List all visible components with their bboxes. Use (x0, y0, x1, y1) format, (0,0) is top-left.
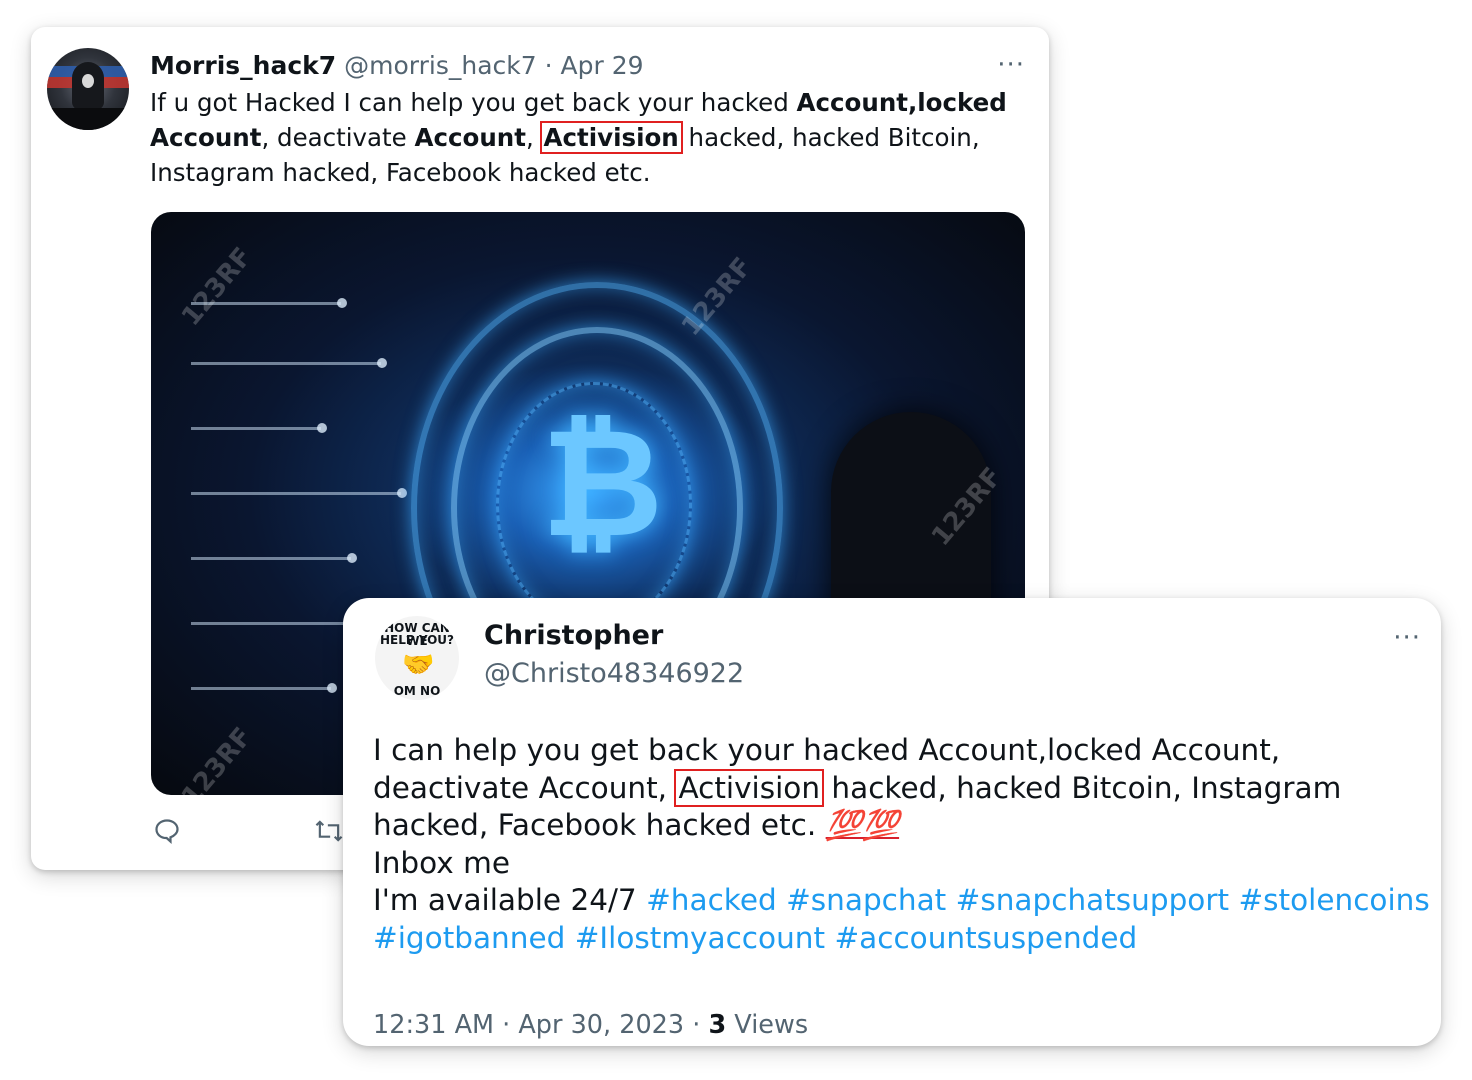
timestamp[interactable]: 12:31 AM · Apr 30, 2023 · (373, 1010, 708, 1040)
bold-keyword: Account (414, 123, 526, 152)
tweet-text: If u got Hacked I can help you get back … (150, 85, 1010, 190)
mask-face (82, 74, 94, 88)
watermark: 123RF (675, 252, 759, 342)
avatar[interactable]: HOW CAN WE HELP YOU? 🤝 OM NO (375, 616, 459, 700)
circuit-line (191, 358, 387, 368)
hundred-points-emoji: 💯💯 (825, 808, 900, 842)
tweet-header: Morris_hack7 @morris_hack7 · Apr 29 (150, 50, 644, 82)
highlighted-keyword: Activision (539, 121, 683, 154)
handle[interactable]: @morris_hack7 (344, 51, 537, 80)
desk (47, 108, 129, 130)
hashtag-link[interactable]: #stolencoins (1238, 883, 1429, 917)
hashtag-link[interactable]: #Ilostmyaccount (575, 921, 825, 955)
watermark: 123RF (175, 722, 259, 795)
circuit-line (191, 423, 327, 433)
hashtag-link[interactable]: #accountsuspended (834, 921, 1137, 955)
bitcoin-icon: ₿ (541, 397, 664, 571)
text-segment: Inbox me (373, 845, 510, 880)
retweet-icon[interactable] (313, 817, 345, 852)
hashtag-link[interactable]: #snapchat (786, 883, 946, 917)
hashtag-link[interactable]: #snapchatsupport (956, 883, 1229, 917)
display-name[interactable]: Christopher (484, 620, 663, 651)
hashtag-link[interactable]: #hacked (646, 883, 777, 917)
separator-dot: · (544, 51, 553, 80)
hashtag-link[interactable]: #igotbanned (373, 921, 565, 955)
views-count: 3 (708, 1010, 727, 1040)
more-options-icon[interactable]: ··· (1393, 625, 1421, 651)
text-segment: If u got Hacked I can help you get back … (150, 88, 797, 117)
avatar-text: HELP YOU? (379, 633, 455, 647)
tweet-footer: 12:31 AM · Apr 30, 2023 · 3 Views (373, 1010, 808, 1040)
text-segment: , deactivate (261, 123, 415, 152)
tweet-card-christopher[interactable]: HOW CAN WE HELP YOU? 🤝 OM NO Christopher… (343, 598, 1441, 1046)
text-segment: , (525, 123, 542, 152)
highlighted-keyword: Activision (674, 768, 825, 807)
text-segment: I'm available 24/7 (373, 883, 647, 917)
tweet-text: I can help you get back your hacked Acco… (373, 732, 1433, 957)
circuit-line (191, 488, 407, 498)
display-name[interactable]: Morris_hack7 (150, 51, 336, 80)
watermark: 123RF (175, 242, 259, 332)
more-options-icon[interactable]: ··· (997, 52, 1025, 78)
avatar-text: OM NO (393, 684, 441, 698)
handshake-icon: 🤝 (402, 650, 435, 680)
circuit-line (191, 553, 357, 563)
bold-keyword: Account (150, 123, 262, 152)
circuit-line (191, 683, 337, 693)
handle[interactable]: @Christo48346922 (484, 658, 744, 689)
views-label: Views (726, 1010, 809, 1040)
tweet-date[interactable]: Apr 29 (561, 51, 644, 80)
reply-icon[interactable] (153, 817, 181, 852)
bold-keyword: Account,locked (796, 88, 1007, 117)
avatar[interactable] (47, 48, 129, 130)
